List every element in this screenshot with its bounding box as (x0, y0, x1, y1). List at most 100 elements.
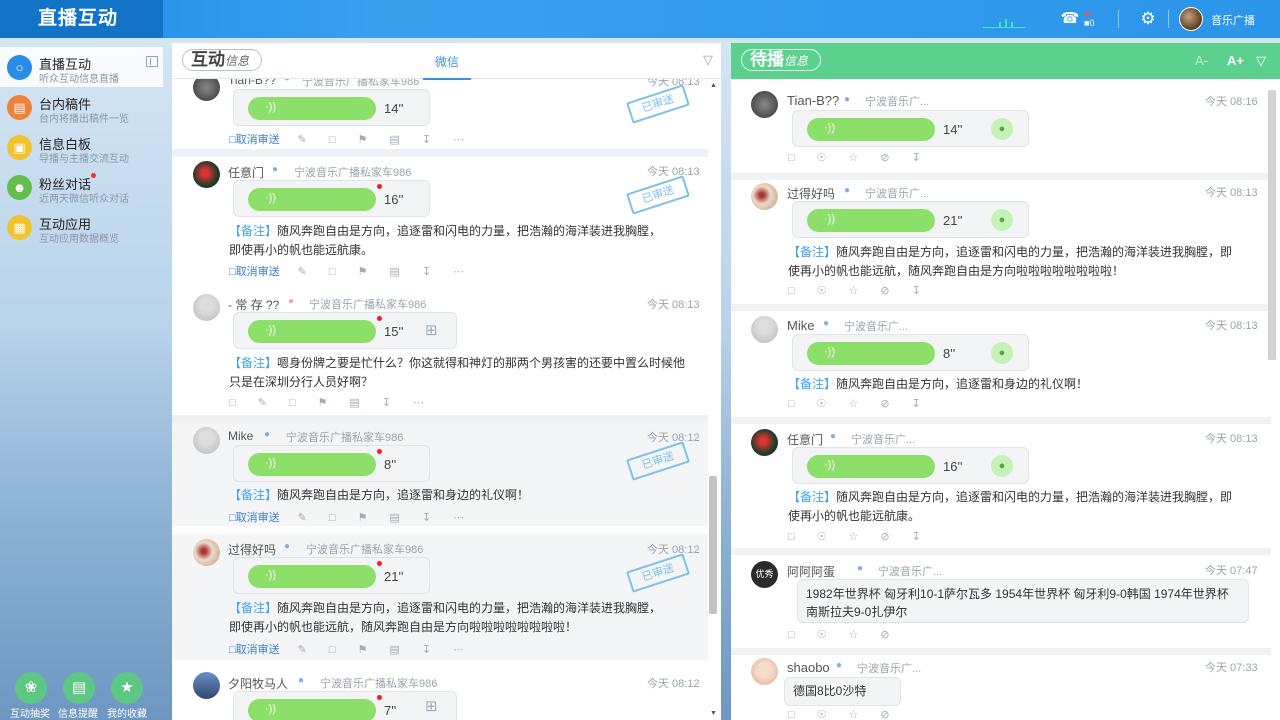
sidebar-item-whiteboard[interactable]: ▣ 信息白板 导播与主播交流互动 (0, 127, 163, 167)
download-icon[interactable]: ↧ (422, 511, 431, 524)
download-icon[interactable]: ↧ (382, 396, 391, 409)
filter-icon[interactable]: ▽ (1256, 53, 1266, 69)
message-card[interactable]: 任意门 ● 宁波音乐广播私家车986 今天 08:13 ·)) 16'' 已审送… (172, 157, 708, 282)
voice-play-button[interactable]: ·)) (248, 188, 376, 211)
voice-play-button[interactable]: ·)) (248, 565, 376, 588)
broadcast-icon[interactable]: ☉ (817, 708, 827, 720)
voice-play-button[interactable]: ·)) (807, 209, 935, 232)
more-icon[interactable]: ⋯ (413, 396, 424, 409)
download-icon[interactable]: ↧ (422, 265, 431, 278)
settings-gear-icon[interactable]: ⚙ (1138, 9, 1158, 29)
comment-icon[interactable]: □ (788, 285, 795, 297)
flag-icon[interactable]: ⚑ (358, 643, 368, 656)
pending-message-card[interactable]: 过得好吗 ● 宁波音乐广... 今天 08:13 ·)) 21'' ● 【备注】… (731, 180, 1271, 304)
voice-play-button[interactable]: ·)) (248, 97, 376, 120)
star-icon[interactable]: ☆ (849, 151, 859, 164)
download-icon[interactable]: ↧ (912, 530, 921, 543)
broadcast-icon[interactable]: ☉ (817, 397, 827, 410)
approve-icon[interactable]: □ (229, 397, 236, 409)
hide-icon[interactable]: ⊘ (880, 397, 889, 410)
pending-scrollbar[interactable] (1268, 88, 1277, 720)
download-icon[interactable]: ↧ (912, 151, 921, 164)
message-icon[interactable]: ▤ (63, 672, 95, 704)
more-icon[interactable]: ⋯ (453, 511, 464, 524)
download-icon[interactable]: ↧ (422, 643, 431, 656)
scrollbar-thumb[interactable] (709, 476, 717, 614)
microphone-icon[interactable]: ● (991, 342, 1013, 364)
comment-icon[interactable]: □ (788, 531, 795, 543)
cancel-approve-button[interactable]: □取消审送 (229, 263, 280, 279)
crop-icon[interactable]: ⊞ (425, 697, 438, 715)
filter-icon[interactable]: ▽ (701, 53, 715, 67)
scrollbar-thumb[interactable] (1268, 90, 1276, 360)
voice-play-button[interactable]: ·)) (807, 118, 935, 141)
comment-icon[interactable]: □ (788, 398, 795, 410)
star-icon[interactable]: ☆ (849, 284, 859, 297)
sidebar-item-apps[interactable]: ▦ 互动应用 互动应用数据概览 (0, 207, 163, 247)
flag-icon[interactable]: ⚑ (358, 511, 368, 524)
delete-icon[interactable]: ▤ (389, 133, 399, 146)
voice-play-button[interactable]: ·)) (807, 342, 935, 365)
microphone-icon[interactable]: ● (991, 455, 1013, 477)
delete-icon[interactable]: ▤ (389, 511, 399, 524)
flag-icon[interactable]: ⚑ (358, 265, 368, 278)
broadcast-icon[interactable]: ☉ (817, 151, 827, 164)
message-card[interactable]: Tian-B?? ● 宁波音乐广播私家车986 今天 08:13 ·)) 14'… (172, 73, 708, 149)
message-card[interactable]: 过得好吗 ● 宁波音乐广播私家车986 今天 08:12 ·)) 21'' 已审… (172, 534, 708, 660)
comment-icon[interactable]: □ (289, 397, 296, 409)
comment-icon[interactable]: □ (788, 709, 795, 720)
hide-icon[interactable]: ⊘ (880, 708, 889, 720)
notification-bell-icon[interactable]: ☎ (1060, 9, 1080, 29)
broadcast-icon[interactable]: ☉ (817, 284, 827, 297)
pending-message-card[interactable]: Mike ● 宁波音乐广... 今天 08:13 ·)) 8'' ● 【备注】随… (731, 311, 1271, 417)
tab-wechat[interactable]: 微信 (423, 53, 471, 80)
star-icon[interactable]: ☆ (849, 628, 859, 641)
voice-play-button[interactable]: ·)) (248, 699, 376, 720)
comment-icon[interactable]: □ (329, 134, 336, 146)
comment-icon[interactable]: □ (788, 629, 795, 641)
message-card[interactable]: - 常 存 ?? ● 宁波音乐广播私家车986 今天 08:13 ·)) 15'… (172, 290, 708, 415)
download-icon[interactable]: ↧ (912, 284, 921, 297)
pending-message-card[interactable]: 任意门 ● 宁波音乐广... 今天 08:13 ·)) 16'' ● 【备注】随… (731, 424, 1271, 548)
delete-icon[interactable]: ▤ (389, 265, 399, 278)
flag-icon[interactable]: ⚑ (318, 396, 328, 409)
hide-icon[interactable]: ⊘ (880, 628, 889, 641)
delete-icon[interactable]: ▤ (349, 396, 359, 409)
broadcast-icon[interactable]: ☉ (817, 628, 827, 641)
sidebar-item-fan-chat[interactable]: ☻ 粉丝对话 近两天微信听众对话 (0, 167, 163, 207)
favorites-label[interactable]: 我的收藏 (107, 705, 147, 720)
star-icon[interactable]: ☆ (849, 530, 859, 543)
hide-icon[interactable]: ⊘ (880, 151, 889, 164)
cancel-approve-button[interactable]: □取消审送 (229, 509, 280, 525)
download-icon[interactable]: ↧ (422, 133, 431, 146)
scrollbar[interactable]: ▲ ▼ (709, 80, 718, 720)
user-name[interactable]: 音乐广播 (1211, 12, 1255, 28)
sidebar-item-live-interaction[interactable]: ○ 直播互动 听众互动信息直播 (0, 47, 163, 87)
more-icon[interactable]: ⋯ (453, 133, 464, 146)
edit-icon[interactable]: ✎ (298, 265, 307, 278)
download-icon[interactable]: ↧ (912, 397, 921, 410)
microphone-icon[interactable]: ● (991, 209, 1013, 231)
flag-icon[interactable]: ⚑ (358, 133, 368, 146)
pending-message-card[interactable]: 优秀 阿阿阿蛋 ● 宁波音乐广... 今天 07:47 1982年世界杯 匈牙利… (731, 555, 1271, 648)
message-card[interactable]: Mike ● 宁波音乐广播私家车986 今天 08:12 ·)) 8'' 已审送… (172, 423, 708, 526)
pending-message-card[interactable]: Tian-B?? ● 宁波音乐广... 今天 08:16 ·)) 14'' ● … (731, 79, 1271, 173)
broadcast-icon[interactable]: ☉ (817, 530, 827, 543)
more-icon[interactable]: ⋯ (453, 265, 464, 278)
comment-icon[interactable]: □ (329, 266, 336, 278)
pending-message-card[interactable]: shaobo ● 宁波音乐广... 今天 07:33 德国8比0沙特 □ ☉ ☆ ⊘ (731, 655, 1271, 720)
clover-icon[interactable]: ❀ (15, 672, 47, 704)
cancel-approve-button[interactable]: □取消审送 (229, 131, 280, 147)
voice-play-button[interactable]: ·)) (248, 320, 376, 343)
hide-icon[interactable]: ⊘ (880, 284, 889, 297)
comment-icon[interactable]: □ (329, 644, 336, 656)
cancel-approve-button[interactable]: □取消审送 (229, 641, 280, 657)
user-avatar[interactable] (1179, 7, 1203, 31)
edit-icon[interactable]: ✎ (298, 133, 307, 146)
comment-icon[interactable]: □ (329, 512, 336, 524)
star-icon[interactable]: ☆ (849, 397, 859, 410)
font-larger-button[interactable]: A+ (1227, 53, 1244, 68)
hide-icon[interactable]: ⊘ (880, 530, 889, 543)
star-icon[interactable]: ☆ (849, 708, 859, 720)
crop-icon[interactable]: ⊞ (425, 321, 438, 339)
